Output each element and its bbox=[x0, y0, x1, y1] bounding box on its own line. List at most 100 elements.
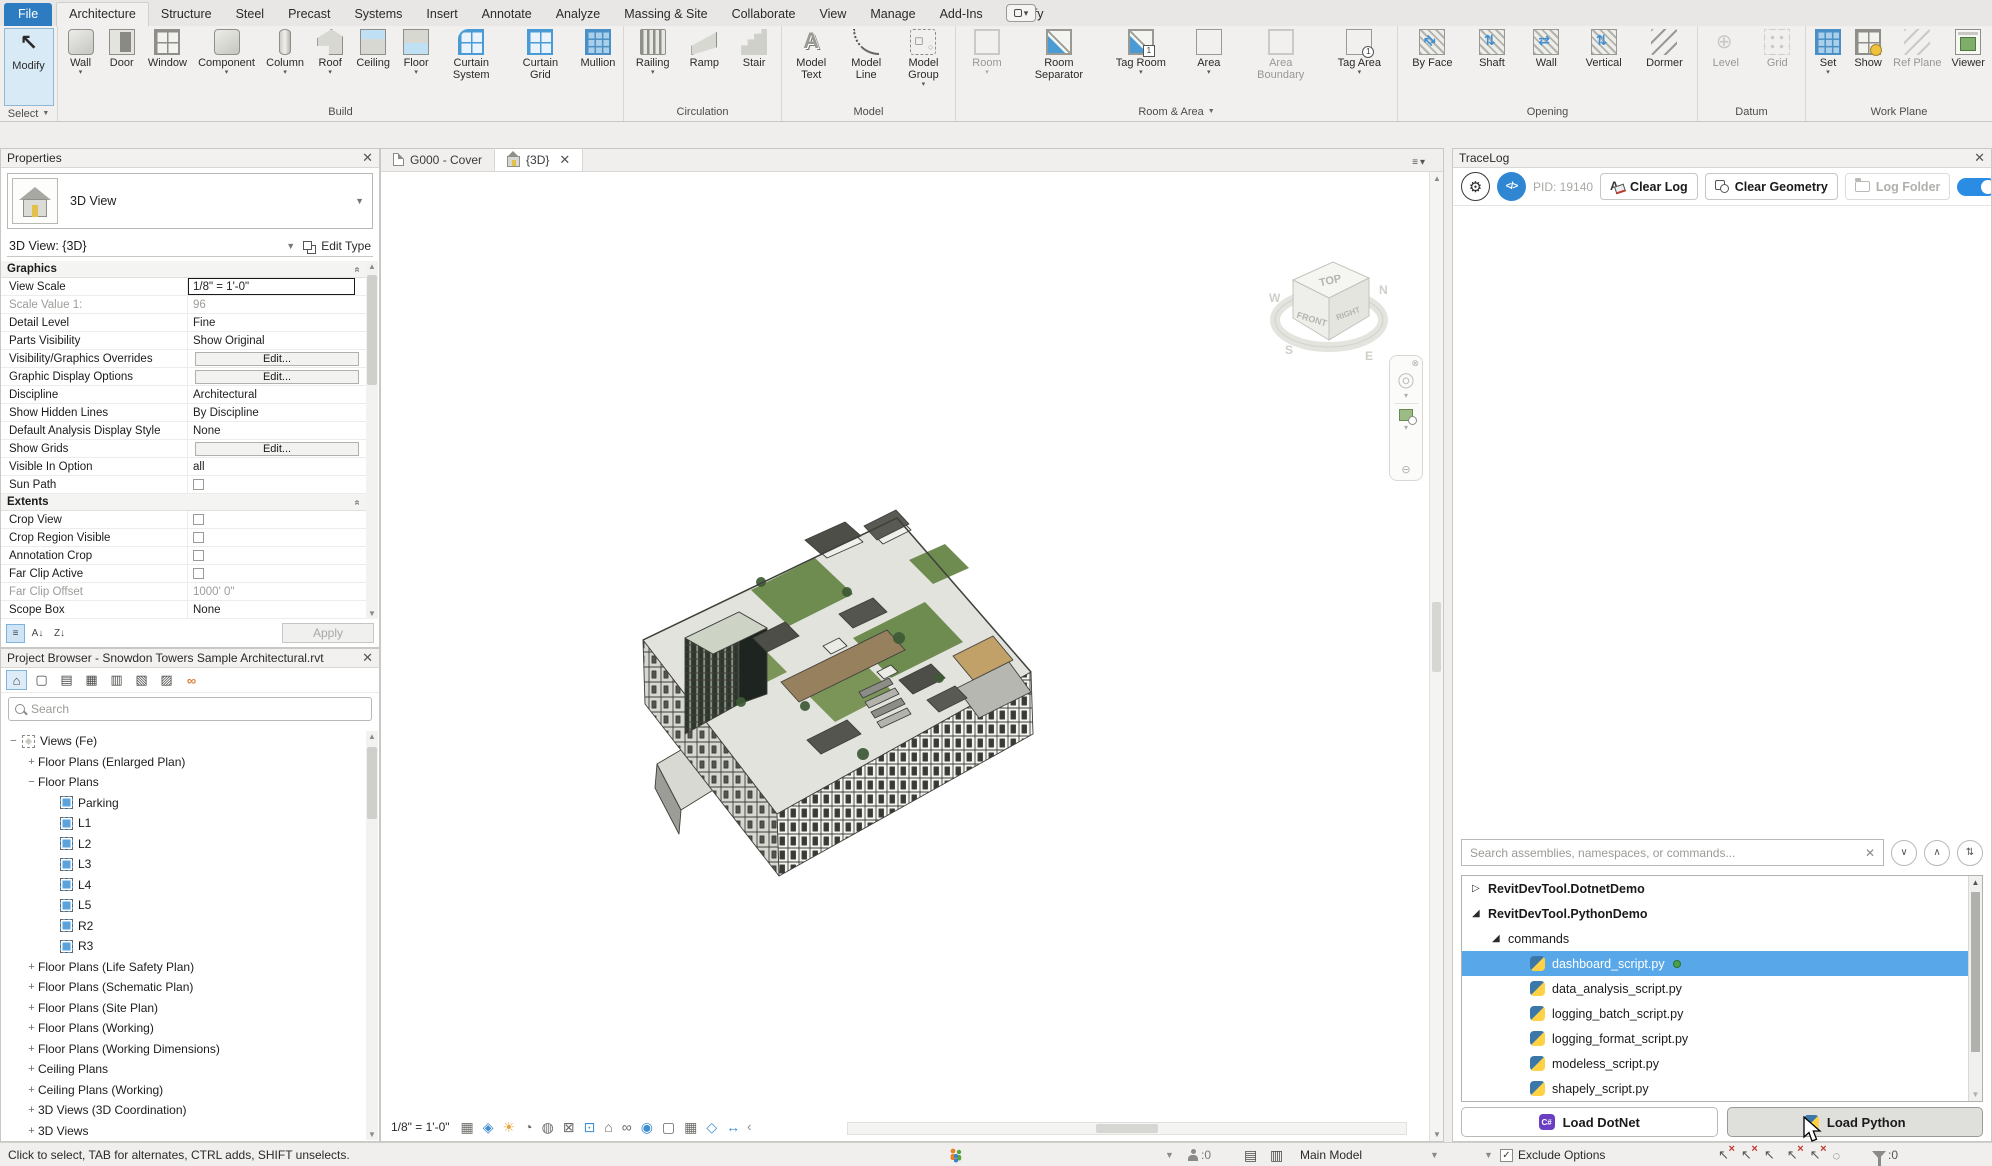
scrollbar-thumb[interactable] bbox=[1971, 892, 1980, 1052]
tree-expander-icon[interactable] bbox=[25, 1002, 38, 1014]
browser-tree-item[interactable]: 3D Views bbox=[1, 1121, 366, 1142]
property-row[interactable]: Visibility/Graphics Overrides Edit... Ed… bbox=[1, 350, 366, 368]
property-row[interactable]: Show Grids Edit... Edit... Edit... bbox=[1, 440, 366, 458]
progress-icon[interactable]: ◌ bbox=[1833, 1148, 1841, 1163]
browser-tree-item[interactable]: Views (Fe) bbox=[1, 731, 366, 752]
show-button[interactable]: Show bbox=[1850, 26, 1886, 69]
browser-tree-item[interactable]: Floor Plans (Working) bbox=[1, 1018, 366, 1039]
instance-selector[interactable]: 3D View: {3D} ▼ Edit Type bbox=[7, 235, 373, 257]
exclude-options-checkbox[interactable]: ✓ bbox=[1500, 1148, 1513, 1162]
active-design-option[interactable]: Main Model bbox=[1300, 1143, 1362, 1166]
property-row[interactable]: Crop View bbox=[1, 511, 366, 529]
command-tree-item[interactable]: RevitDevTool.PythonDemo bbox=[1462, 901, 1982, 926]
scrollbar-thumb[interactable] bbox=[1096, 1124, 1158, 1133]
browser-tree-item[interactable]: Floor Plans bbox=[1, 772, 366, 793]
tree-scrollbar[interactable]: ▲ ▼ bbox=[1968, 876, 1982, 1101]
close-icon[interactable]: ⊗ bbox=[1411, 358, 1419, 369]
chevron-down-icon[interactable]: ▼ bbox=[1165, 1143, 1174, 1166]
property-row[interactable]: Graphic Display Options Edit... Edit... … bbox=[1, 368, 366, 386]
browser-tree-item[interactable]: R2 bbox=[1, 916, 366, 937]
browser-families-icon[interactable]: ▨ bbox=[156, 670, 177, 690]
settings-gear-icon[interactable]: ⚙ bbox=[1461, 172, 1490, 201]
browser-links-icon[interactable]: ∞ bbox=[181, 670, 202, 690]
browser-tree-item[interactable]: L1 bbox=[1, 813, 366, 834]
checkbox[interactable] bbox=[193, 514, 204, 525]
ramp-button[interactable]: Ramp bbox=[686, 26, 722, 69]
ribbon-tab[interactable]: Manage bbox=[858, 3, 927, 26]
ref-plane-button[interactable]: Ref Plane bbox=[1890, 26, 1944, 69]
level-button[interactable]: Level bbox=[1708, 26, 1744, 69]
select-group-label[interactable]: Select ▼ bbox=[2, 106, 55, 122]
clear-geometry-button[interactable]: Clear Geometry bbox=[1704, 173, 1838, 200]
property-row[interactable]: Annotation Crop bbox=[1, 547, 366, 565]
collapse-navbar-icon[interactable]: ⊖ bbox=[1401, 463, 1410, 476]
browser-tree-item[interactable]: L4 bbox=[1, 875, 366, 896]
zoom-icon[interactable] bbox=[1399, 409, 1417, 425]
dormer-button[interactable]: Dormer bbox=[1643, 26, 1686, 69]
command-tree-item[interactable]: commands bbox=[1462, 926, 1982, 951]
section-header-graphics[interactable]: Graphics « bbox=[1, 261, 366, 278]
property-row[interactable]: Discipline Architectural Architectural A… bbox=[1, 386, 366, 404]
room-button[interactable]: Room ▾ bbox=[969, 26, 1005, 77]
doc-tab-3d[interactable]: {3D} ✕ bbox=[495, 148, 584, 171]
tree-expander-icon[interactable] bbox=[25, 776, 38, 788]
command-tree-item[interactable]: shapely_script.py bbox=[1462, 1076, 1982, 1101]
ribbon-display-options-icon[interactable]: ▾ bbox=[1006, 4, 1036, 22]
property-row[interactable]: Far Clip Active bbox=[1, 565, 366, 583]
select-by-face-icon[interactable]: ↖ bbox=[1787, 1143, 1804, 1163]
select-pinned-icon[interactable]: ↖ bbox=[1764, 1147, 1775, 1163]
tree-expander-icon[interactable] bbox=[25, 1043, 38, 1055]
browser-tree-item[interactable]: Ceiling Plans (Working) bbox=[1, 1080, 366, 1101]
checkbox[interactable] bbox=[193, 532, 204, 543]
chevron-down-icon[interactable]: ▼ bbox=[286, 241, 303, 251]
browser-sheets-icon[interactable]: ▥ bbox=[106, 670, 127, 690]
ribbon-tab[interactable]: Precast bbox=[276, 3, 342, 26]
browser-tree-item[interactable]: 3D Views (3D Coordination) bbox=[1, 1100, 366, 1121]
ribbon-tab[interactable]: Collaborate bbox=[720, 3, 808, 26]
ribbon-tab[interactable]: Architecture bbox=[56, 2, 149, 26]
tree-expander-icon[interactable] bbox=[25, 1022, 38, 1034]
area-boundary-button[interactable]: Area Boundary bbox=[1249, 26, 1313, 81]
curtain-grid-button[interactable]: Curtain Grid bbox=[508, 26, 572, 81]
type-selector[interactable]: 3D View ▼ bbox=[7, 173, 373, 229]
collapse-section-icon[interactable]: « bbox=[352, 266, 363, 272]
tag-area-button[interactable]: Tag Area▾ bbox=[1335, 26, 1384, 77]
selection-filter-control[interactable]: :0 bbox=[1872, 1143, 1898, 1166]
column-button[interactable]: Column ▾ bbox=[263, 26, 307, 77]
tracelog-search-box[interactable]: ✕ bbox=[1461, 839, 1884, 866]
doc-tab-cover[interactable]: G000 - Cover bbox=[381, 148, 496, 171]
property-row[interactable]: Scale Value 1: 96 96 96 bbox=[1, 296, 366, 314]
tab-list-icon[interactable]: ≡ ▾ bbox=[1412, 157, 1425, 168]
chevron-down-icon[interactable]: ▼ bbox=[1484, 1143, 1493, 1166]
sort-descending-icon[interactable]: Z↓ bbox=[50, 624, 69, 643]
browser-tree-item[interactable]: Floor Plans (Working Dimensions) bbox=[1, 1039, 366, 1060]
previous-match-icon[interactable]: ∧ bbox=[1924, 839, 1950, 866]
tree-expander-icon[interactable] bbox=[25, 1084, 38, 1096]
select-links-icon[interactable]: ↖ bbox=[1741, 1143, 1758, 1163]
horizontal-scrollbar[interactable] bbox=[847, 1122, 1407, 1135]
collapse-icon[interactable]: ‹ bbox=[747, 1119, 751, 1135]
checkbox[interactable] bbox=[193, 479, 204, 490]
measure-icon[interactable]: ↔ bbox=[726, 1119, 740, 1135]
command-tree-item[interactable]: RevitDevTool.DotnetDemo bbox=[1462, 876, 1982, 901]
editable-elements-indicator[interactable]: :0 bbox=[1188, 1143, 1211, 1166]
sun-path-icon[interactable]: ☀ bbox=[503, 1119, 516, 1135]
wall-button[interactable]: Wall ▾ bbox=[63, 26, 99, 77]
floor-button[interactable]: Floor ▾ bbox=[398, 26, 434, 77]
model-group-button[interactable]: Model Group▾ bbox=[894, 26, 953, 89]
reveal-hidden-icon[interactable]: ∞ bbox=[622, 1119, 632, 1135]
property-row[interactable]: Default Analysis Display Style None None… bbox=[1, 422, 366, 440]
ribbon-tab[interactable]: Add-Ins bbox=[928, 3, 995, 26]
analytical-box-icon[interactable]: ◇ bbox=[706, 1119, 717, 1135]
door-button[interactable]: Door bbox=[104, 26, 140, 69]
clear-search-icon[interactable]: ✕ bbox=[1865, 846, 1875, 860]
browser-schedule-icon[interactable]: ▦ bbox=[81, 670, 102, 690]
3d-building-model[interactable] bbox=[601, 442, 1061, 882]
crop-view-icon[interactable]: ⊠ bbox=[563, 1119, 575, 1135]
ceiling-button[interactable]: Ceiling bbox=[353, 26, 393, 69]
by-face-button[interactable]: By Face bbox=[1409, 26, 1455, 69]
roof-button[interactable]: Roof ▾ bbox=[312, 26, 348, 77]
browser-tree-item[interactable]: L5 bbox=[1, 895, 366, 916]
tree-expander-icon[interactable] bbox=[1472, 883, 1488, 894]
exclude-options-control[interactable]: ✓ Exclude Options bbox=[1500, 1143, 1605, 1166]
